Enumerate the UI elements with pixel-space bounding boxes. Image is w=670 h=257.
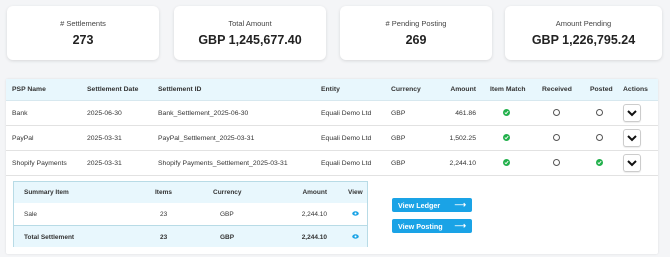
card-value: 273 xyxy=(72,33,94,47)
received-checkbox[interactable] xyxy=(553,109,560,116)
col-currency[interactable]: Currency xyxy=(391,86,421,93)
items-cell: 23 xyxy=(160,211,168,218)
col-view: View xyxy=(348,189,363,196)
amount-cell: 461.86 xyxy=(455,110,476,117)
col-psp-name[interactable]: PSP Name xyxy=(12,86,46,93)
col-currency: Currency xyxy=(213,189,242,196)
currency-cell: GBP xyxy=(220,211,234,218)
eye-icon[interactable] xyxy=(352,211,359,216)
arrow-right-icon: ⟶ xyxy=(454,200,466,209)
col-settlement-id[interactable]: Settlement ID xyxy=(158,86,201,93)
check-circle-icon xyxy=(503,109,510,116)
amount-pending-card: Amount Pending GBP 1,226,795.24 xyxy=(505,6,662,60)
settlement-detail-table: Summary Item Items Currency Amount View … xyxy=(13,181,368,247)
psp-name-cell: Shopify Payments xyxy=(12,160,67,167)
total-currency: GBP xyxy=(220,234,235,241)
table-row[interactable]: PayPal 2025-03-31 PayPal_Settlement_2025… xyxy=(6,126,658,151)
view-posting-button[interactable]: View Posting ⟶ xyxy=(392,219,472,233)
col-posted[interactable]: Posted xyxy=(590,86,613,93)
amount-cell: 1,502.25 xyxy=(449,135,476,142)
total-amount-card: Total Amount GBP 1,245,677.40 xyxy=(174,6,326,60)
entity-cell: Equali Demo Ltd xyxy=(321,160,372,167)
settlements-count-card: # Settlements 273 xyxy=(7,6,159,60)
view-posting-label: View Posting xyxy=(398,222,443,231)
settlement-id-cell: Shopify Payments_Settlement_2025-03-31 xyxy=(158,160,288,167)
settlement-id-cell: PayPal_Settlement_2025-03-31 xyxy=(158,135,255,142)
currency-cell: GBP xyxy=(391,160,406,167)
total-row: Total Settlement 23 GBP 2,244.10 xyxy=(14,225,367,247)
settlement-date-cell: 2025-06-30 xyxy=(87,110,122,117)
psp-name-cell: PayPal xyxy=(12,135,34,142)
col-settlement-date[interactable]: Settlement Date xyxy=(87,86,138,93)
entity-cell: Equali Demo Ltd xyxy=(321,135,372,142)
expand-row-button[interactable] xyxy=(623,129,641,147)
check-circle-icon xyxy=(503,134,510,141)
posted-check-icon[interactable] xyxy=(596,159,603,166)
chevron-down-icon xyxy=(627,135,637,142)
eye-icon[interactable] xyxy=(352,234,359,239)
card-label: Total Amount xyxy=(228,19,272,28)
posted-checkbox[interactable] xyxy=(596,134,603,141)
col-entity[interactable]: Entity xyxy=(321,86,340,93)
pending-posting-card: # Pending Posting 269 xyxy=(340,6,492,60)
col-items: Items xyxy=(155,189,172,196)
chevron-down-icon xyxy=(627,160,637,167)
check-circle-icon xyxy=(503,159,510,166)
col-amount[interactable]: Amount xyxy=(436,86,476,93)
card-label: Amount Pending xyxy=(555,19,612,28)
total-items: 23 xyxy=(160,234,168,241)
col-actions: Actions xyxy=(623,86,648,93)
detail-row: Sale 23 GBP 2,244.10 xyxy=(14,203,367,225)
card-value: GBP 1,245,677.40 xyxy=(198,33,302,47)
table-row[interactable]: Shopify Payments 2025-03-31 Shopify Paym… xyxy=(6,151,658,176)
received-checkbox[interactable] xyxy=(553,159,560,166)
received-checkbox[interactable] xyxy=(553,134,560,141)
settlements-table: PSP Name Settlement Date Settlement ID E… xyxy=(6,79,658,254)
currency-cell: GBP xyxy=(391,135,406,142)
card-label: # Settlements xyxy=(60,19,106,28)
posted-checkbox[interactable] xyxy=(596,109,603,116)
col-item-match[interactable]: Item Match xyxy=(490,86,526,93)
col-amount: Amount xyxy=(302,189,327,196)
col-received[interactable]: Received xyxy=(542,86,572,93)
currency-cell: GBP xyxy=(391,110,406,117)
detail-header: Summary Item Items Currency Amount View xyxy=(14,182,367,203)
summary-item-cell: Sale xyxy=(24,211,38,218)
card-value: GBP 1,226,795.24 xyxy=(531,33,636,47)
arrow-right-icon: ⟶ xyxy=(454,221,466,230)
settlement-date-cell: 2025-03-31 xyxy=(87,135,122,142)
view-ledger-button[interactable]: View Ledger ⟶ xyxy=(392,198,472,212)
chevron-down-icon xyxy=(627,110,637,117)
total-amount: 2,244.10 xyxy=(301,234,327,241)
col-summary-item: Summary Item xyxy=(24,189,69,196)
card-label: # Pending Posting xyxy=(385,19,447,28)
summary-cards: # Settlements 273 Total Amount GBP 1,245… xyxy=(7,6,663,60)
settlement-date-cell: 2025-03-31 xyxy=(87,160,122,167)
card-value: 269 xyxy=(405,33,427,47)
expand-row-button[interactable] xyxy=(623,154,641,172)
total-label: Total Settlement xyxy=(24,234,75,241)
table-header: PSP Name Settlement Date Settlement ID E… xyxy=(6,79,658,101)
view-ledger-label: View Ledger xyxy=(398,201,441,210)
table-row[interactable]: Bank 2025-06-30 Bank_Settlement_2025-06-… xyxy=(6,101,658,126)
psp-name-cell: Bank xyxy=(12,110,28,117)
amount-cell: 2,244.10 xyxy=(449,160,476,167)
expand-row-button[interactable] xyxy=(623,104,641,122)
amount-cell: 2,244.10 xyxy=(301,211,327,218)
settlement-id-cell: Bank_Settlement_2025-06-30 xyxy=(158,110,249,117)
entity-cell: Equali Demo Ltd xyxy=(321,110,372,117)
